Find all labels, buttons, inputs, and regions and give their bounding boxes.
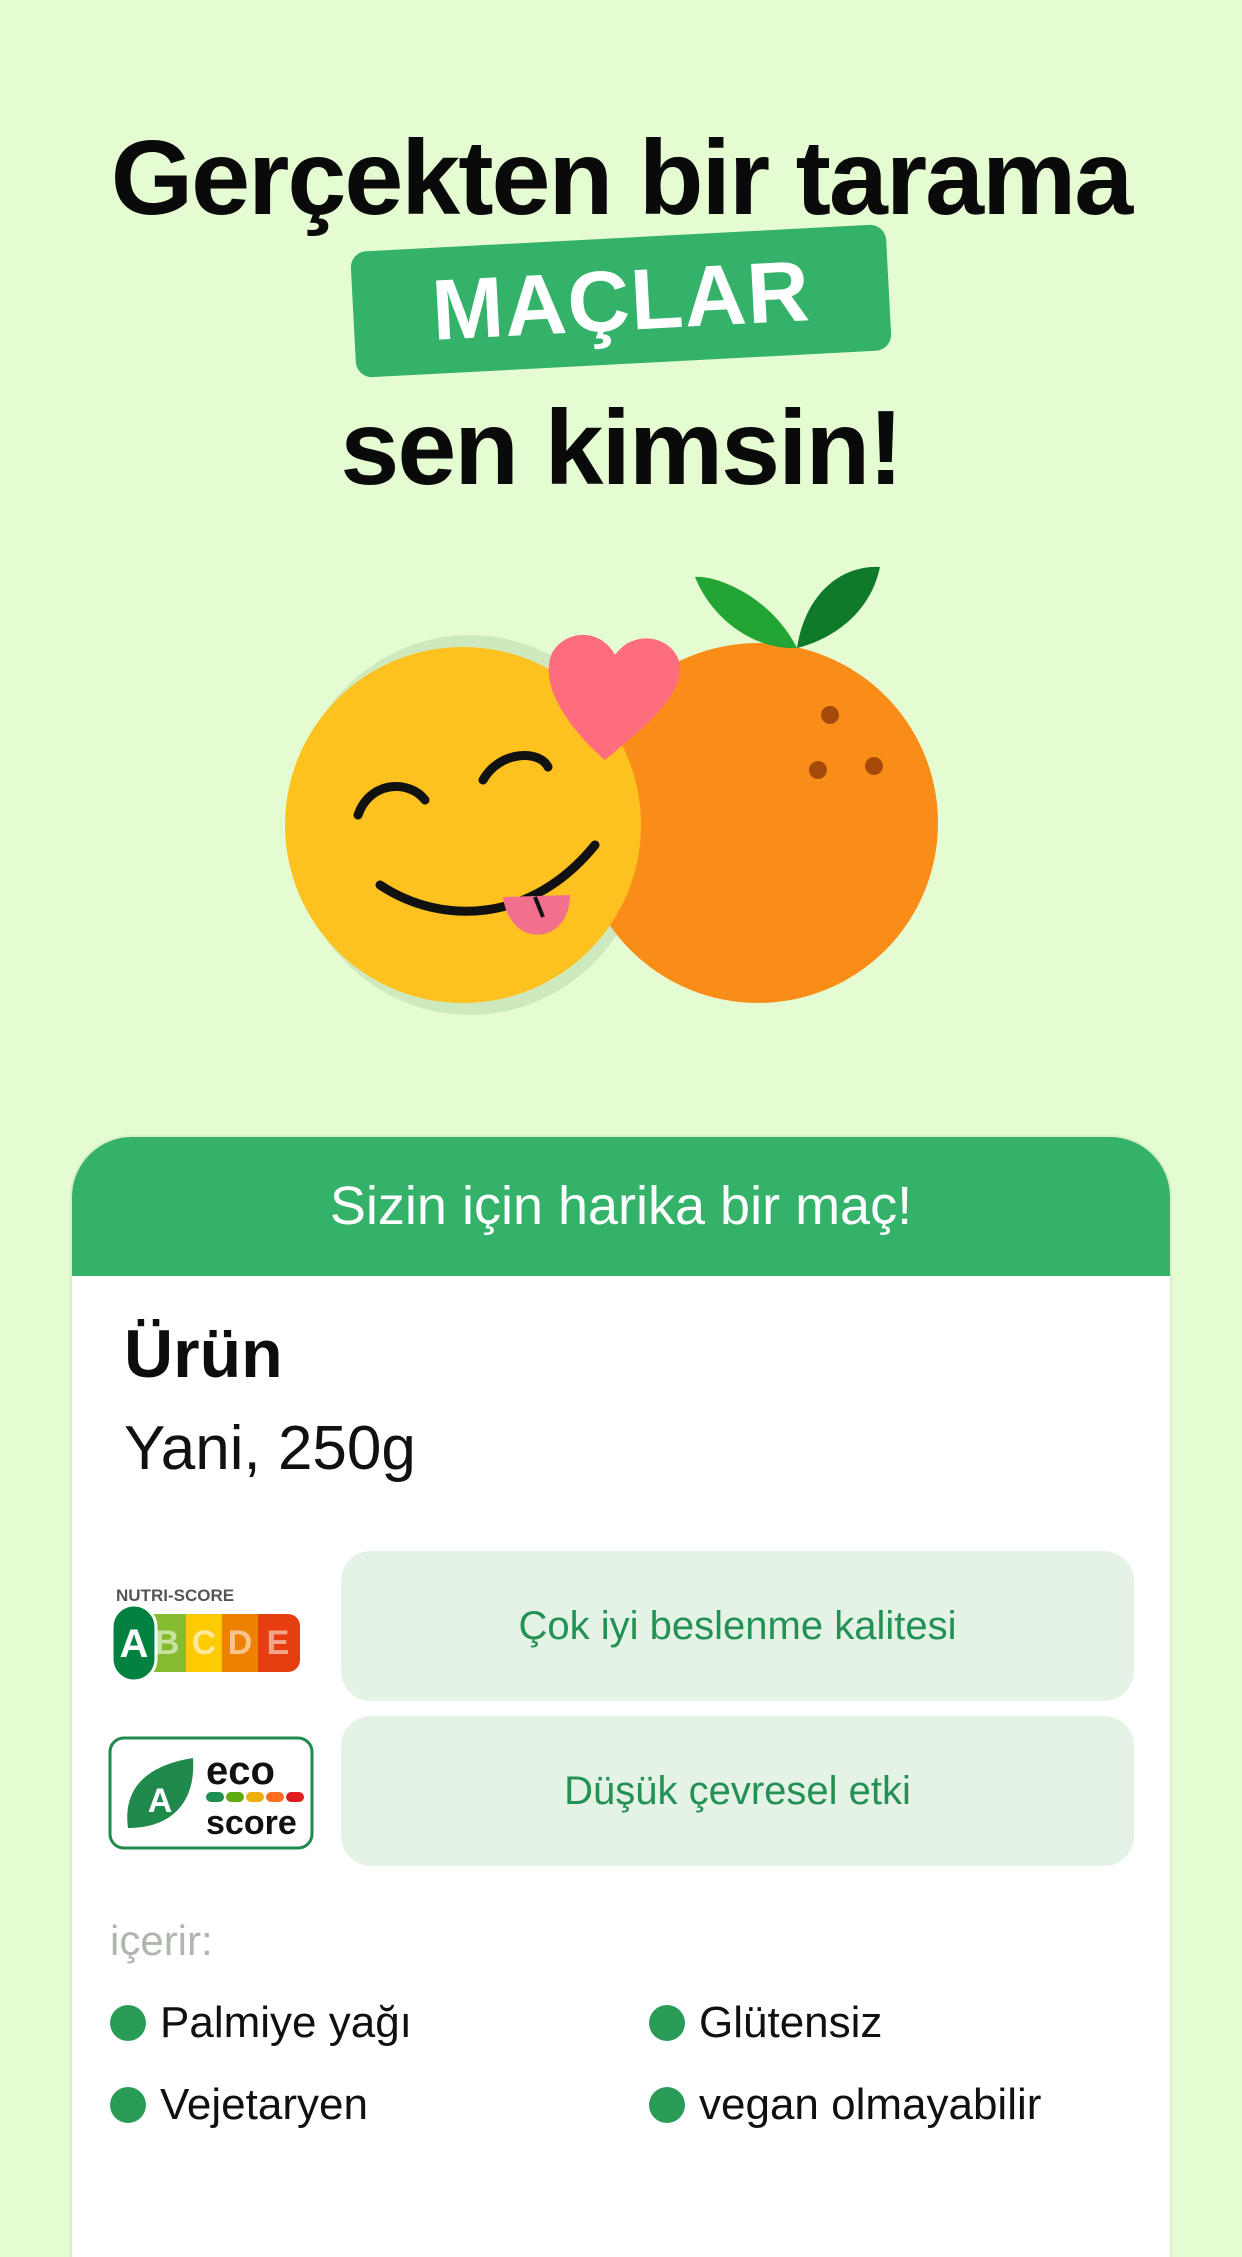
eco-bar (286, 1792, 304, 1802)
attribute-label: vegan olmayabilir (699, 2080, 1042, 2129)
attribute-item: Vejetaryen (110, 2080, 368, 2130)
nutri-score-row: NUTRI-SCORE B C D E A Çok iyi beslenme k… (108, 1551, 1134, 1701)
eco-bar (246, 1792, 264, 1802)
eco-bar (266, 1792, 284, 1802)
attribute-label: Palmiye yağı (160, 1998, 412, 2047)
headline-line-1: Gerçekten bir tarama (110, 119, 1134, 237)
eco-score-description: Düşük çevresel etki (341, 1716, 1134, 1866)
orange-spot (809, 761, 827, 779)
headline-line-3: sen kimsin! (340, 389, 903, 507)
product-title: Ürün (124, 1316, 283, 1392)
orange-spot (865, 757, 883, 775)
eco-bar (206, 1792, 224, 1802)
eco-bar (226, 1792, 244, 1802)
eco-word: score (206, 1804, 297, 1842)
green-dot-icon (649, 2005, 685, 2041)
nutri-grade-letter: E (267, 1624, 290, 1662)
leaf-icon (695, 576, 797, 649)
attribute-label: Vejetaryen (160, 2080, 368, 2129)
nutri-score-description: Çok iyi beslenme kalitesi (341, 1551, 1134, 1701)
headline-badge: MAÇLAR (350, 224, 892, 378)
nutri-score-label: NUTRI-SCORE (116, 1586, 234, 1605)
eco-word: eco (206, 1749, 275, 1793)
card-header: Sizin için harika bir maç! (72, 1137, 1170, 1276)
orange-spot (821, 706, 839, 724)
green-dot-icon (110, 2087, 146, 2123)
eco-grade-letter: A (148, 1782, 173, 1820)
nutri-grade-letter: B (155, 1624, 180, 1662)
attribute-item: vegan olmayabilir (649, 2080, 1041, 2130)
nutri-grade-letter: D (228, 1624, 253, 1662)
nutri-grade-letter: C (192, 1624, 217, 1662)
eco-score-row: A eco score Düşük çevresel etki (108, 1716, 1134, 1866)
green-dot-icon (110, 2005, 146, 2041)
contains-label: içerir: (110, 1917, 213, 1964)
match-card: Sizin için harika bir maç! Ürün Yani, 25… (72, 1137, 1170, 2257)
eco-score-logo: A eco score (108, 1736, 314, 1850)
product-subtitle: Yani, 250g (124, 1414, 416, 1483)
green-dot-icon (649, 2087, 685, 2123)
nutri-score-logo: NUTRI-SCORE B C D E A (110, 1586, 300, 1681)
nutri-grade-letter: A (120, 1622, 149, 1666)
leaf-icon (797, 566, 880, 648)
smiley-orange-illustration (285, 566, 938, 1015)
attribute-item: Glütensiz (649, 1998, 882, 2048)
headline: Gerçekten bir tarama MAÇLAR sen kimsin! (0, 118, 1242, 507)
attribute-item: Palmiye yağı (110, 1998, 412, 2048)
attribute-label: Glütensiz (699, 1998, 883, 2047)
